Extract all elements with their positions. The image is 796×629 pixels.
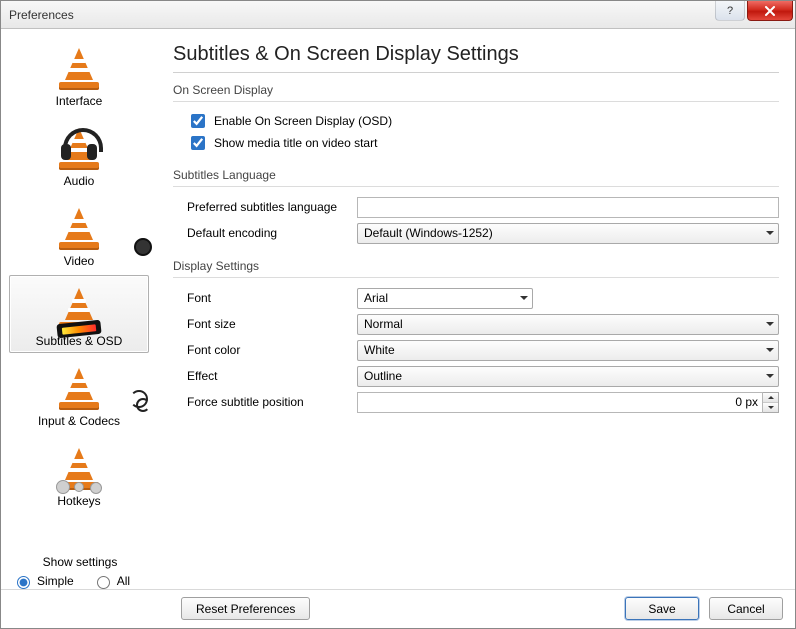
default-encoding-combo[interactable]: Default (Windows-1252) xyxy=(357,223,779,244)
enable-osd-label: Enable On Screen Display (OSD) xyxy=(214,114,392,128)
save-button[interactable]: Save xyxy=(625,597,699,620)
font-color-label: Font color xyxy=(187,343,357,357)
sidebar-item-label: Audio xyxy=(12,174,146,188)
group-subtitles-language: Subtitles Language Preferred subtitles l… xyxy=(173,168,779,245)
help-button[interactable]: ? xyxy=(715,1,745,21)
group-title: On Screen Display xyxy=(173,83,779,99)
effect-label: Effect xyxy=(187,369,357,383)
group-title: Subtitles Language xyxy=(173,168,779,184)
chevron-down-icon xyxy=(520,296,528,300)
sidebar-item-input-codecs[interactable]: Input & Codecs xyxy=(9,355,149,433)
force-position-input[interactable] xyxy=(357,392,763,413)
font-color-value: White xyxy=(364,343,395,357)
group-display-settings: Display Settings Font Arial Font size No… xyxy=(173,259,779,414)
sidebar-item-label: Interface xyxy=(12,94,146,108)
group-title: Display Settings xyxy=(173,259,779,275)
font-label: Font xyxy=(187,291,357,305)
show-title-checkbox[interactable]: Show media title on video start xyxy=(173,132,779,154)
titlebar: Preferences ? xyxy=(1,1,795,29)
cable-icon xyxy=(130,390,150,412)
chevron-down-icon xyxy=(766,348,774,352)
sidebar-item-interface[interactable]: Interface xyxy=(9,35,149,113)
show-settings-all[interactable]: All xyxy=(92,573,130,589)
font-color-combo[interactable]: White xyxy=(357,340,779,361)
sidebar-item-label: Video xyxy=(12,254,146,268)
cone-icon xyxy=(59,366,99,410)
show-title-label: Show media title on video start xyxy=(214,136,377,150)
page-heading: Subtitles & On Screen Display Settings xyxy=(173,43,779,66)
show-settings-simple-radio[interactable] xyxy=(17,576,30,589)
category-sidebar: Interface Audio Video Subtitles & OSD xyxy=(1,29,157,589)
show-title-input[interactable] xyxy=(191,136,205,150)
reset-preferences-button[interactable]: Reset Preferences xyxy=(181,597,310,620)
show-settings-label: Show settings xyxy=(10,555,150,569)
gears-icon xyxy=(56,478,102,494)
spin-up-icon[interactable] xyxy=(763,393,778,402)
preferred-language-input[interactable] xyxy=(357,197,779,218)
cone-icon xyxy=(59,206,99,250)
sidebar-item-label: Hotkeys xyxy=(12,494,146,508)
window-title: Preferences xyxy=(9,8,74,22)
cancel-button[interactable]: Cancel xyxy=(709,597,783,620)
font-size-label: Font size xyxy=(187,317,357,331)
effect-value: Outline xyxy=(364,369,402,383)
font-value: Arial xyxy=(364,291,388,305)
show-settings-simple[interactable]: Simple xyxy=(12,573,74,589)
force-position-label: Force subtitle position xyxy=(187,395,357,409)
cone-icon xyxy=(59,46,99,90)
footer-bar: Reset Preferences Save Cancel xyxy=(1,589,795,627)
enable-osd-checkbox[interactable]: Enable On Screen Display (OSD) xyxy=(173,110,779,132)
film-reel-icon xyxy=(134,238,152,256)
spin-down-icon[interactable] xyxy=(763,402,778,412)
sidebar-item-label: Subtitles & OSD xyxy=(12,334,146,348)
close-button[interactable] xyxy=(747,1,793,21)
font-size-value: Normal xyxy=(364,317,403,331)
show-settings-all-label: All xyxy=(117,574,130,588)
sidebar-item-hotkeys[interactable]: Hotkeys xyxy=(9,435,149,513)
headphones-icon xyxy=(57,126,101,170)
sidebar-item-label: Input & Codecs xyxy=(12,414,146,428)
sidebar-item-audio[interactable]: Audio xyxy=(9,115,149,193)
settings-panel: Subtitles & On Screen Display Settings O… xyxy=(157,29,795,589)
sidebar-item-subtitles-osd[interactable]: Subtitles & OSD xyxy=(9,275,149,353)
sidebar-item-video[interactable]: Video xyxy=(9,195,149,273)
enable-osd-input[interactable] xyxy=(191,114,205,128)
force-position-spinner[interactable] xyxy=(763,392,779,413)
show-settings-all-radio[interactable] xyxy=(97,576,110,589)
default-encoding-label: Default encoding xyxy=(187,226,357,240)
group-osd: On Screen Display Enable On Screen Displ… xyxy=(173,83,779,154)
preferred-language-label: Preferred subtitles language xyxy=(187,200,357,214)
effect-combo[interactable]: Outline xyxy=(357,366,779,387)
font-combo[interactable]: Arial xyxy=(357,288,533,309)
chevron-down-icon xyxy=(766,322,774,326)
default-encoding-value: Default (Windows-1252) xyxy=(364,226,493,240)
chevron-down-icon xyxy=(766,231,774,235)
chevron-down-icon xyxy=(766,374,774,378)
show-settings-simple-label: Simple xyxy=(37,574,74,588)
show-settings-group: Show settings Simple All xyxy=(10,555,150,591)
font-size-combo[interactable]: Normal xyxy=(357,314,779,335)
